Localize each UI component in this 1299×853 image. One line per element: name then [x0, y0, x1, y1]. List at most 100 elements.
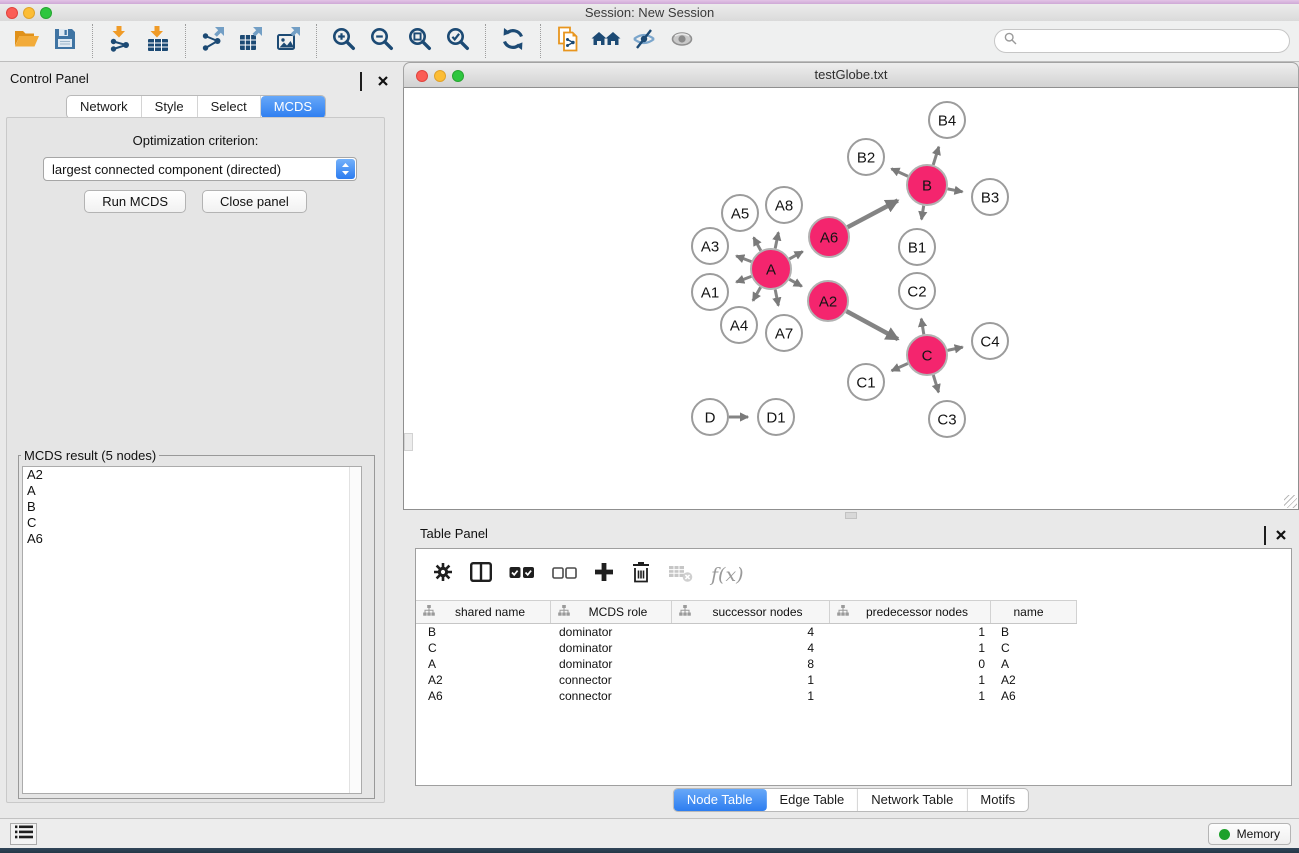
graph-edge-C-C4[interactable]	[948, 347, 963, 350]
network-canvas[interactable]: AA1A2A3A4A5A6A7A8BB1B2B3B4CC1C2C3C4DD1	[403, 88, 1299, 510]
zoom-in-button[interactable]	[325, 23, 363, 59]
cell-mcds-role[interactable]: dominator	[551, 624, 672, 640]
network-close-button[interactable]	[416, 70, 428, 82]
cell-shared-name[interactable]: A	[416, 656, 551, 672]
cell-name[interactable]: B	[991, 624, 1077, 640]
graph-edge-B-B4[interactable]	[933, 147, 939, 165]
search-box[interactable]	[994, 29, 1290, 53]
cell-shared-name[interactable]: A6	[416, 688, 551, 704]
network-window-titlebar[interactable]: testGlobe.txt	[403, 62, 1299, 88]
graph-edge-A-A3[interactable]	[736, 256, 751, 262]
graph-edge-A6-B[interactable]	[848, 201, 898, 228]
graph-edge-A-A8[interactable]	[775, 232, 778, 248]
cell-successor-nodes[interactable]: 1	[672, 672, 830, 688]
zoom-out-button[interactable]	[363, 23, 401, 59]
mcds-result-item[interactable]: B	[23, 499, 361, 515]
graph-edge-A-A2[interactable]	[789, 279, 802, 286]
network-minimize-button[interactable]	[434, 70, 446, 82]
cell-successor-nodes[interactable]: 4	[672, 624, 830, 640]
save-session-button[interactable]	[46, 23, 84, 59]
tab-network[interactable]: Network	[67, 96, 142, 118]
cell-successor-nodes[interactable]: 8	[672, 656, 830, 672]
zoom-fit-button[interactable]	[401, 23, 439, 59]
cell-shared-name[interactable]: B	[416, 624, 551, 640]
zoom-selected-button[interactable]	[439, 23, 477, 59]
add-row-button[interactable]	[594, 562, 614, 587]
close-panel-button[interactable]: Close panel	[202, 190, 307, 213]
graph-edge-B-B3[interactable]	[948, 189, 963, 192]
home-button[interactable]	[587, 23, 625, 59]
column-header-mcds-role[interactable]: MCDS role	[551, 601, 672, 623]
cell-predecessor-nodes[interactable]: 0	[830, 656, 991, 672]
cell-name[interactable]: A2	[991, 672, 1077, 688]
graph-edge-A2-C[interactable]	[846, 311, 898, 339]
column-header-name[interactable]: name	[991, 601, 1077, 623]
graph-edge-A-A5[interactable]	[754, 238, 761, 251]
apply-layout-button[interactable]	[494, 23, 532, 59]
graph-edge-A-A7[interactable]	[775, 290, 778, 306]
show-panel-button[interactable]	[663, 23, 701, 59]
mcds-result-item[interactable]: A2	[23, 467, 361, 483]
deselect-all-button[interactable]	[552, 566, 577, 584]
tab-mcds[interactable]: MCDS	[261, 96, 325, 118]
resize-grip[interactable]	[1284, 495, 1297, 508]
column-header-successor-nodes[interactable]: successor nodes	[672, 601, 830, 623]
export-table-button[interactable]	[232, 23, 270, 59]
graph-edge-B-B1[interactable]	[922, 206, 924, 220]
column-header-predecessor-nodes[interactable]: predecessor nodes	[830, 601, 991, 623]
export-network-button[interactable]	[194, 23, 232, 59]
cell-successor-nodes[interactable]: 4	[672, 640, 830, 656]
column-header-shared-name[interactable]: shared name	[416, 601, 551, 623]
table-row[interactable]: A2connector11A2	[416, 672, 1291, 688]
import-network-button[interactable]	[101, 23, 139, 59]
close-panel-icon[interactable]	[378, 73, 388, 91]
graph-edge-C-C2[interactable]	[921, 319, 924, 335]
table-row[interactable]: Bdominator41B	[416, 624, 1291, 640]
cell-name[interactable]: A	[991, 656, 1077, 672]
function-builder-button[interactable]: f(x)	[711, 564, 744, 586]
cell-predecessor-nodes[interactable]: 1	[830, 624, 991, 640]
close-button[interactable]	[6, 7, 18, 19]
cell-mcds-role[interactable]: dominator	[551, 656, 672, 672]
memory-button[interactable]: Memory	[1208, 823, 1291, 845]
mcds-result-item[interactable]: A6	[23, 531, 361, 547]
cell-shared-name[interactable]: A2	[416, 672, 551, 688]
float-panel-icon[interactable]	[360, 73, 362, 91]
delete-table-button[interactable]	[668, 561, 694, 588]
cell-predecessor-nodes[interactable]: 1	[830, 688, 991, 704]
network-graph[interactable]: AA1A2A3A4A5A6A7A8BB1B2B3B4CC1C2C3C4DD1	[404, 88, 1298, 509]
canvas-scrollbar-thumb[interactable]	[404, 433, 413, 451]
mcds-result-item[interactable]: A	[23, 483, 361, 499]
copy-network-button[interactable]	[549, 23, 587, 59]
task-history-button[interactable]	[10, 823, 37, 845]
delete-rows-button[interactable]	[631, 561, 651, 588]
cell-name[interactable]: C	[991, 640, 1077, 656]
close-table-panel-icon[interactable]	[1276, 527, 1286, 545]
tab-edge-table[interactable]: Edge Table	[766, 789, 858, 811]
result-scrollbar[interactable]	[349, 467, 361, 793]
mcds-result-item[interactable]: C	[23, 515, 361, 531]
graph-edge-A-A6[interactable]	[789, 252, 802, 259]
cell-name[interactable]: A6	[991, 688, 1077, 704]
splitter-handle[interactable]	[845, 512, 857, 519]
graph-edge-C-C3[interactable]	[933, 375, 938, 392]
mcds-result-list[interactable]: A2ABCA6	[22, 466, 362, 794]
cell-mcds-role[interactable]: connector	[551, 672, 672, 688]
cell-successor-nodes[interactable]: 1	[672, 688, 830, 704]
graph-edge-B-B2[interactable]	[891, 169, 908, 177]
select-all-button[interactable]	[509, 566, 535, 584]
tab-motifs[interactable]: Motifs	[967, 789, 1028, 811]
cell-predecessor-nodes[interactable]: 1	[830, 672, 991, 688]
cell-shared-name[interactable]: C	[416, 640, 551, 656]
tab-select[interactable]: Select	[198, 96, 261, 118]
graph-edge-C-C1[interactable]	[892, 364, 908, 371]
table-row[interactable]: A6connector11A6	[416, 688, 1291, 704]
hide-panel-button[interactable]	[625, 23, 663, 59]
graph-edge-A-A4[interactable]	[753, 287, 761, 301]
export-image-button[interactable]	[270, 23, 308, 59]
table-row[interactable]: Adominator80A	[416, 656, 1291, 672]
run-mcds-button[interactable]: Run MCDS	[84, 190, 186, 213]
cell-mcds-role[interactable]: connector	[551, 688, 672, 704]
import-table-button[interactable]	[139, 23, 177, 59]
search-input[interactable]	[1023, 33, 1280, 50]
